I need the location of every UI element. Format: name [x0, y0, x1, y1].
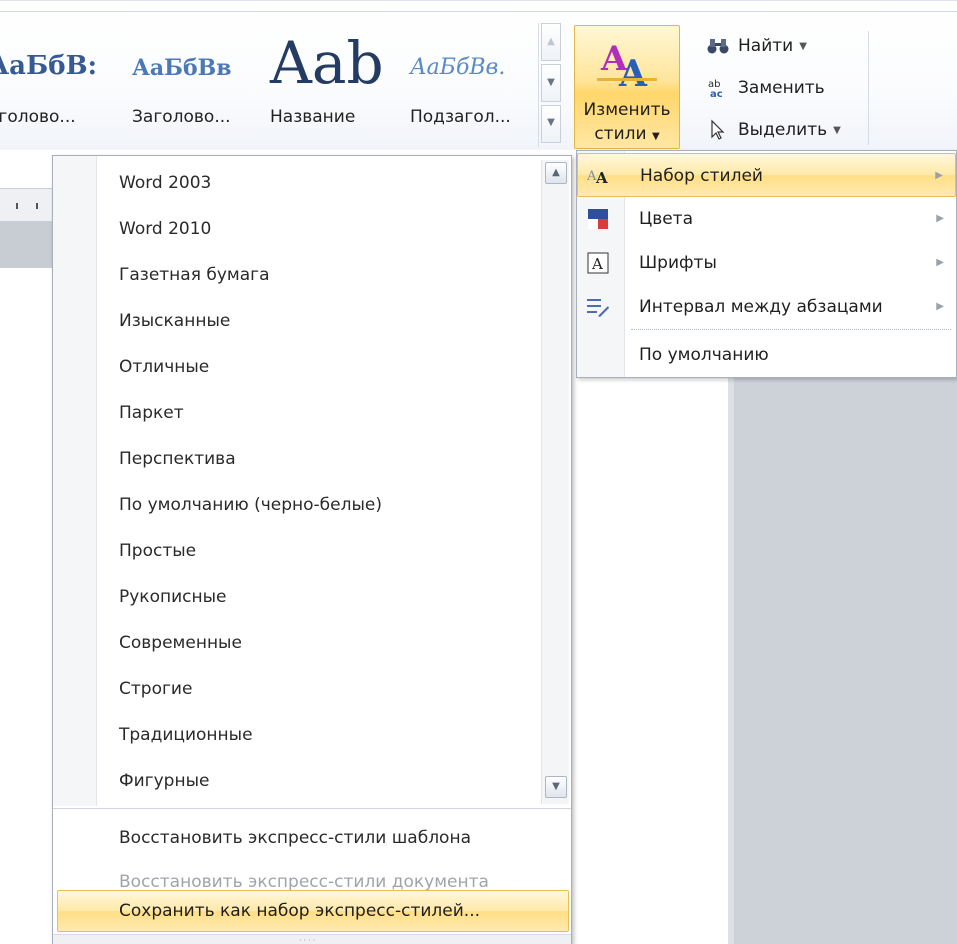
chevron-right-icon: ▶ [936, 213, 944, 224]
menu-item-paragraph-spacing[interactable]: Интервал между абзацами ▶ [577, 285, 956, 329]
select-label: Выделить [738, 120, 828, 140]
chevron-down-icon: ▼ [833, 124, 841, 136]
binoculars-icon [706, 34, 730, 58]
style-sample: АаБбВв [132, 55, 232, 81]
replace-label: Заменить [738, 78, 825, 98]
find-button[interactable]: Найти ▼ [706, 29, 807, 63]
style-set-item[interactable]: Перспектива [119, 436, 236, 482]
menu-item-label: Набор стилей [640, 166, 763, 186]
style-set-item[interactable]: Изысканные [119, 298, 230, 344]
style-tile-title[interactable]: Aab Название [270, 15, 400, 147]
chevron-right-icon: ▶ [935, 170, 943, 181]
restore-template-quick-styles[interactable]: Восстановить экспресс-стили шаблона [119, 816, 471, 860]
ruler-margin [0, 222, 52, 268]
style-sample: Aab [270, 29, 384, 97]
style-name: Подзагол... [410, 107, 511, 127]
chevron-down-icon: ▼ [799, 40, 807, 52]
quick-styles-gallery: АаБбВ: аголово... АаБбВв Заголово... Aab… [0, 15, 560, 147]
menu-scrollbar[interactable]: ▲ ▼ [541, 160, 569, 804]
menu-item-style-set[interactable]: AA Набор стилей ▶ [577, 153, 956, 197]
style-name: Заголово... [132, 107, 231, 127]
style-set-list: Word 2003 Word 2010 Газетная бумага Изыс… [53, 156, 541, 806]
style-tile-heading-2[interactable]: АаБбВв Заголово... [132, 15, 262, 147]
paragraph-spacing-icon [585, 295, 611, 319]
gallery-scroller: ▲ ▼ ▼ [538, 23, 562, 147]
ruler-tick [36, 203, 38, 209]
svg-text:A: A [591, 255, 603, 273]
chevron-right-icon: ▶ [936, 301, 944, 312]
change-styles-label-2: стили ▼ [575, 124, 679, 144]
svg-text:A: A [595, 169, 608, 186]
style-name: Название [270, 107, 356, 127]
style-tile-subtitle[interactable]: АаБбВв. Подзагол... [410, 15, 540, 147]
scroll-down-button[interactable]: ▼ [545, 776, 567, 798]
save-as-quick-style-set[interactable]: Сохранить как набор экспресс-стилей... [119, 889, 480, 933]
style-set-item[interactable]: Газетная бумага [119, 252, 270, 298]
menu-item-label: Шрифты [639, 253, 717, 273]
style-set-icon: AA [586, 164, 612, 188]
cursor-arrow-icon [706, 118, 730, 142]
change-styles-label: Изменить [583, 100, 671, 120]
gallery-scroll-down-button[interactable]: ▼ [541, 64, 561, 102]
replace-button[interactable]: ab ac Заменить [706, 71, 825, 105]
chevron-down-icon: ▼ [651, 131, 660, 142]
style-tile-heading-1[interactable]: АаБбВ: аголово... [0, 15, 118, 147]
change-styles-menu: AA Набор стилей ▶ Цвета ▶ A Шрифты ▶ Инт… [576, 150, 957, 378]
editing-group: Найти ▼ ab ac Заменить Выделить ▼ [700, 25, 880, 149]
style-sample: АаБбВ: [0, 51, 98, 81]
change-styles-icon: A A [597, 39, 657, 90]
svg-text:ac: ac [710, 89, 723, 99]
menu-separator [631, 329, 951, 330]
menu-item-label: Интервал между абзацами [639, 297, 883, 317]
menu-divider [53, 808, 571, 809]
menu-item-set-as-default[interactable]: По умолчанию [577, 333, 956, 377]
style-set-item[interactable]: Строгие [119, 666, 192, 712]
change-styles-label-text: стили [594, 124, 647, 144]
change-styles-button[interactable]: A A Изменить стили ▼ [574, 25, 680, 149]
style-set-item[interactable]: Традиционные [119, 712, 253, 758]
find-label: Найти [738, 36, 794, 56]
style-set-item[interactable]: Word 2003 [119, 160, 211, 206]
horizontal-ruler [0, 188, 60, 222]
menu-item-fonts[interactable]: A Шрифты ▶ [577, 241, 956, 285]
style-set-item[interactable]: Современные [119, 620, 242, 666]
menu-item-label: По умолчанию [639, 345, 769, 365]
document-background [728, 378, 957, 944]
style-set-item[interactable]: Фигурные [119, 758, 209, 804]
ribbon-top-line [0, 11, 957, 12]
style-set-item[interactable]: Word 2010 [119, 206, 211, 252]
ruler-tick [16, 203, 18, 209]
gallery-more-button[interactable]: ▼ [541, 105, 561, 143]
menu-item-label: Цвета [639, 209, 693, 229]
scroll-up-button[interactable]: ▲ [545, 162, 567, 184]
chevron-right-icon: ▶ [936, 257, 944, 268]
style-set-item[interactable]: Рукописные [119, 574, 227, 620]
grip-dots-icon: ···· [299, 936, 318, 944]
style-set-item[interactable]: Простые [119, 528, 196, 574]
document-page[interactable] [576, 378, 726, 944]
fonts-icon: A [585, 251, 611, 275]
menu-item-colors[interactable]: Цвета ▶ [577, 197, 956, 241]
style-set-item[interactable]: По умолчанию (черно-белые) [119, 482, 382, 528]
select-button[interactable]: Выделить ▼ [706, 113, 841, 147]
style-sample: АаБбВв. [410, 55, 506, 80]
colors-icon [585, 207, 611, 231]
replace-icon: ab ac [706, 76, 730, 100]
gallery-scroll-up-button[interactable]: ▲ [541, 23, 561, 61]
style-set-menu: Word 2003 Word 2010 Газетная бумага Изыс… [52, 155, 572, 944]
ribbon: АаБбВ: аголово... АаБбВв Заголово... Aab… [0, 0, 957, 150]
style-name: аголово... [0, 107, 76, 127]
group-separator [868, 31, 869, 145]
resize-grip[interactable]: ···· [53, 934, 571, 944]
svg-text:A: A [618, 53, 648, 90]
style-set-item[interactable]: Паркет [119, 390, 184, 436]
style-set-item[interactable]: Отличные [119, 344, 209, 390]
